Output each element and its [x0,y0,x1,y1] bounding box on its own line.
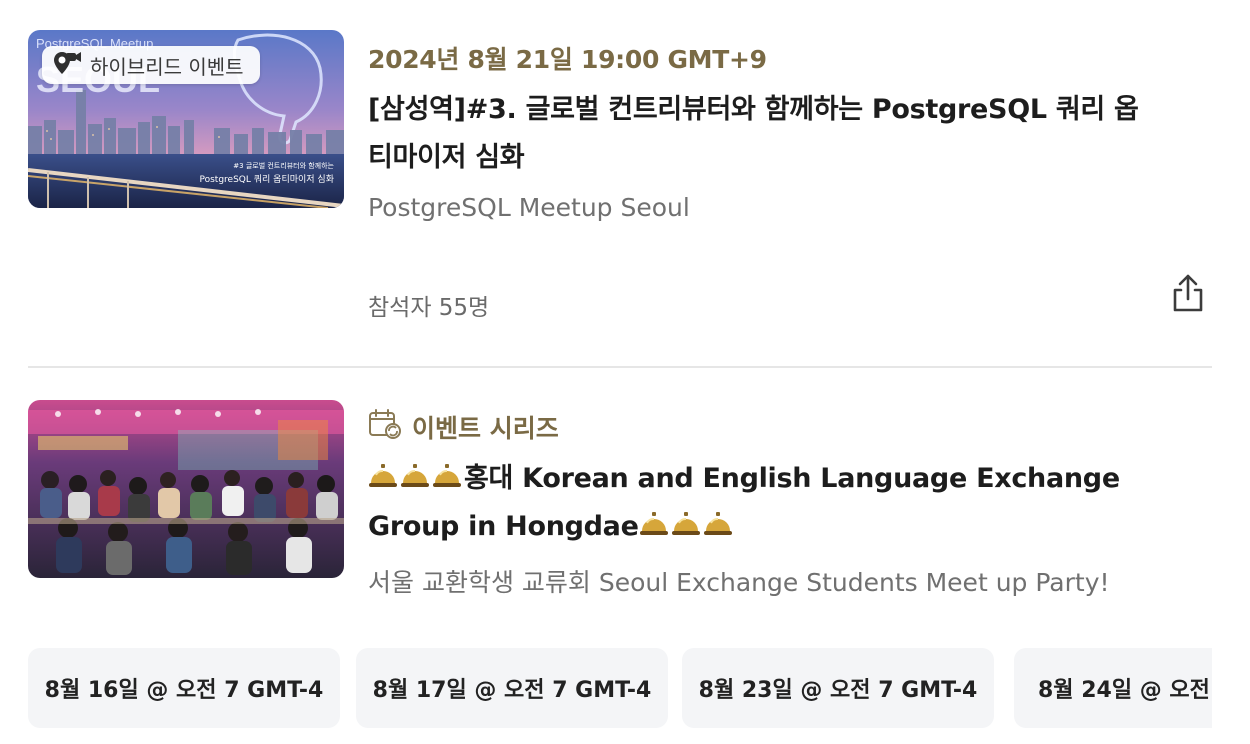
date-chip[interactable]: 8월 24일 @ 오전 7 GMT-4 [1014,648,1212,728]
bellhop-bell-icon [368,459,398,489]
event-series-text: 이벤트 시리즈 [412,414,559,443]
hybrid-event-label: 하이브리드 이벤트 [90,54,244,79]
event-list: PostgreSQL Meetup SEOUL #3 글로벌 컨트리뷰터와 함께… [0,0,1250,744]
bellhop-bell-icon [671,507,701,537]
thumbnail-caption-line1: #3 글로벌 컨트리뷰터와 함께하는 [233,161,334,170]
bellhop-bell-icon [703,507,733,537]
group-name[interactable]: PostgreSQL Meetup Seoul [368,193,690,222]
event-title-language-exchange[interactable]: 홍대 Korean and English Language Exchange … [368,455,1208,551]
event-series-label: 이벤트 시리즈 [368,408,559,446]
share-icon [1170,273,1206,317]
attendee-count: 참석자 55명 [368,295,490,321]
event-title-postgresql[interactable]: [삼성역]#3. 글로벌 컨트리뷰터와 함께하는 PostgreSQL 쿼리 옵… [368,86,1208,182]
calendar-repeat-icon [368,408,402,446]
event-date-chips[interactable]: 8월 16일 @ 오전 7 GMT-4 8월 17일 @ 오전 7 GMT-4 … [28,648,1212,728]
event-title-line1: 홍대 Korean and English Language Exchange [464,463,1120,494]
event-thumbnail-language-exchange[interactable] [28,400,344,578]
video-location-icon [52,50,82,81]
date-chip[interactable]: 8월 23일 @ 오전 7 GMT-4 [682,648,994,728]
bellhop-bell-icon [639,507,669,537]
date-chip[interactable]: 8월 16일 @ 오전 7 GMT-4 [28,648,340,728]
event-title-line1: [삼성역]#3. 글로벌 컨트리뷰터와 함께하는 PostgreSQL 쿼리 옵 [368,94,1139,125]
event-date: 2024년 8월 21일 19:00 GMT+9 [368,45,767,74]
divider [28,366,1212,368]
bellhop-bell-icon [400,459,430,489]
group-name[interactable]: 서울 교환학생 교류회 Seoul Exchange Students Meet… [368,563,1110,599]
event-title-line2: Group in Hongdae [368,511,639,542]
share-button[interactable] [1166,272,1210,318]
hybrid-event-badge: 하이브리드 이벤트 [42,46,260,84]
bellhop-bell-icon [432,459,462,489]
thumbnail-caption-line2: PostgreSQL 쿼리 옵티마이저 심화 [200,174,335,185]
event-title-line2: 티마이저 심화 [368,142,525,173]
date-chip[interactable]: 8월 17일 @ 오전 7 GMT-4 [356,648,668,728]
